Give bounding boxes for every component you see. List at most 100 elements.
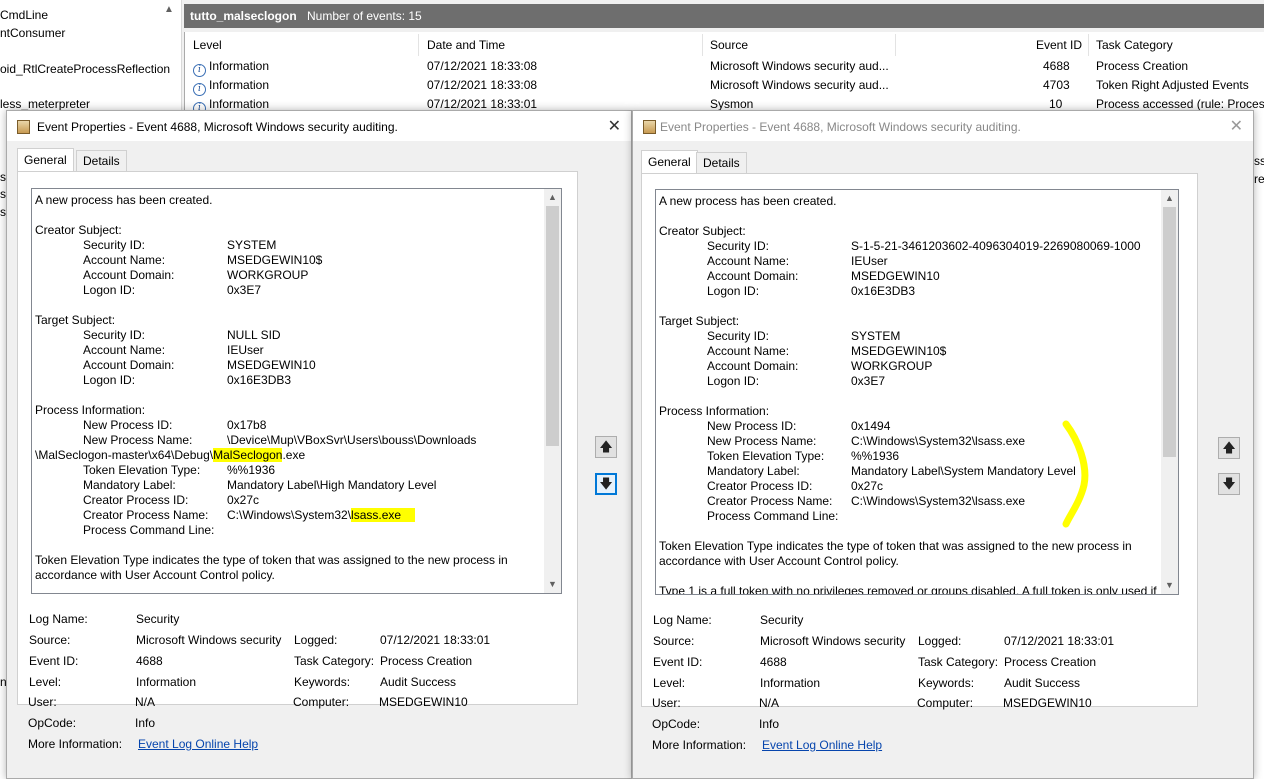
field-label: Security ID:	[707, 329, 769, 343]
field-value: WORKGROUP	[227, 268, 308, 282]
event-log-help-link[interactable]: Event Log Online Help	[762, 738, 882, 752]
target-subject-header: Target Subject:	[35, 313, 115, 327]
row-id: 4688	[1043, 59, 1070, 73]
field-label: Creator Process Name:	[83, 508, 208, 522]
scroll-thumb[interactable]	[546, 206, 559, 446]
field-label: Account Domain:	[707, 359, 798, 373]
next-event-button[interactable]: 🡇	[595, 473, 617, 495]
close-icon[interactable]: ✕	[608, 116, 621, 135]
event-log-help-link[interactable]: Event Log Online Help	[138, 737, 258, 751]
dialog-titlebar[interactable]: Event Properties - Event 4688, Microsoft…	[7, 111, 631, 141]
meta-label: More Information:	[28, 737, 122, 751]
dialog-titlebar[interactable]: Event Properties - Event 4688, Microsoft…	[633, 111, 1253, 141]
meta-label: Computer:	[293, 695, 349, 709]
tab-general[interactable]: General	[17, 148, 74, 172]
field-value: \Device\Mup\VBoxSvr\Users\bouss\Download…	[227, 433, 476, 447]
process-info-header: Process Information:	[35, 403, 145, 417]
scroll-down-icon[interactable]: ▼	[1161, 577, 1178, 594]
meta-value: Microsoft Windows security	[760, 634, 905, 648]
tree-item[interactable]: less_meterpreter	[0, 97, 90, 111]
arrow-down-icon: 🡇	[1222, 476, 1235, 491]
meta-value: 4688	[136, 654, 163, 668]
tab-details[interactable]: Details	[696, 152, 747, 174]
field-label: Logon ID:	[707, 374, 759, 388]
close-icon[interactable]: ✕	[1230, 116, 1243, 135]
event-viewer-icon	[643, 120, 656, 134]
column-event-id[interactable]: Event ID	[897, 34, 1089, 56]
field-label: Account Domain:	[707, 269, 798, 283]
description-footer: accordance with User Account Control pol…	[659, 554, 899, 568]
tab-general[interactable]: General	[641, 150, 698, 174]
event-description[interactable]: A new process has been created. Creator …	[655, 189, 1179, 595]
field-value: IEUser	[851, 254, 888, 268]
field-value: 0x3E7	[227, 283, 261, 297]
field-value: IEUser	[227, 343, 264, 357]
field-value: SYSTEM	[851, 329, 900, 343]
row-date: 07/12/2021 18:33:08	[427, 78, 537, 92]
creator-subject-header: Creator Subject:	[659, 224, 746, 238]
description-scrollbar[interactable]: ▲ ▼	[1161, 190, 1178, 594]
row-date: 07/12/2021 18:33:01	[427, 97, 537, 111]
field-label: Account Name:	[83, 253, 165, 267]
row-date: 07/12/2021 18:33:08	[427, 59, 537, 73]
meta-value: Audit Success	[1004, 676, 1080, 690]
meta-value: 4688	[760, 655, 787, 669]
field-label: Mandatory Label:	[83, 478, 176, 492]
row-source: Sysmon	[710, 97, 753, 111]
background-panel-edge: ssA re	[1254, 110, 1264, 779]
tree-item[interactable]: CmdLine	[0, 8, 48, 22]
field-value: 0x1494	[851, 419, 890, 433]
scroll-up-icon[interactable]: ▲	[164, 4, 174, 15]
table-row[interactable]: iInformation 07/12/2021 18:33:08 Microso…	[185, 57, 1264, 76]
meta-value: Process Creation	[1004, 655, 1096, 669]
arrow-up-icon: 🡅	[1222, 440, 1235, 455]
event-description[interactable]: A new process has been created. Creator …	[31, 188, 562, 594]
field-value: Mandatory Label\System Mandatory Level	[851, 464, 1076, 478]
field-label: Account Name:	[707, 344, 789, 358]
highlight-malseclogon: MalSeclogon	[213, 448, 282, 462]
field-value: S-1-5-21-3461203602-4096304019-226908006…	[851, 239, 1141, 253]
tree-item[interactable]: ntConsumer	[0, 26, 65, 40]
field-value: MSEDGEWIN10	[227, 358, 316, 372]
tab-details[interactable]: Details	[76, 150, 127, 172]
column-task[interactable]: Task Category	[1096, 34, 1264, 56]
tree-scrollbar[interactable]: ▲	[162, 4, 176, 108]
field-label: Logon ID:	[83, 373, 135, 387]
field-label: Account Name:	[707, 254, 789, 268]
next-event-button[interactable]: 🡇	[1218, 473, 1240, 495]
field-label: Account Domain:	[83, 268, 174, 282]
field-value: 0x16E3DB3	[851, 284, 915, 298]
meta-value: Security	[760, 613, 803, 627]
column-level[interactable]: Level	[193, 34, 419, 56]
dialog-title: Event Properties - Event 4688, Microsoft…	[37, 120, 398, 134]
row-level: Information	[209, 97, 269, 111]
scroll-down-icon[interactable]: ▼	[544, 576, 561, 593]
tree-item[interactable]: oid_RtlCreateProcessReflection	[0, 62, 170, 76]
meta-label: Keywords:	[918, 676, 974, 690]
table-row[interactable]: iInformation 07/12/2021 18:33:08 Microso…	[185, 76, 1264, 95]
column-date[interactable]: Date and Time	[427, 34, 703, 56]
field-label: Token Elevation Type:	[83, 463, 200, 477]
log-name: tutto_malseclogon	[190, 9, 297, 23]
arrow-down-icon: 🡇	[599, 476, 612, 491]
general-panel: A new process has been created. Creator …	[17, 171, 578, 705]
description-scrollbar[interactable]: ▲ ▼	[544, 189, 561, 593]
field-value: MSEDGEWIN10	[851, 269, 940, 283]
previous-event-button[interactable]: 🡅	[595, 436, 617, 458]
row-source: Microsoft Windows security aud...	[710, 78, 889, 92]
dialog-title: Event Properties - Event 4688, Microsoft…	[660, 120, 1021, 134]
scroll-up-icon[interactable]: ▲	[544, 189, 561, 206]
background-fragment: re	[1254, 172, 1264, 186]
field-label: Creator Process ID:	[83, 493, 188, 507]
column-source[interactable]: Source	[710, 34, 896, 56]
row-id: 4703	[1043, 78, 1070, 92]
meta-label: More Information:	[652, 738, 746, 752]
previous-event-button[interactable]: 🡅	[1218, 437, 1240, 459]
scroll-up-icon[interactable]: ▲	[1161, 190, 1178, 207]
field-label: New Process Name:	[83, 433, 192, 447]
field-label: Process Command Line:	[707, 509, 838, 523]
description-intro: A new process has been created.	[35, 193, 212, 207]
meta-value: Information	[136, 675, 196, 689]
scroll-thumb[interactable]	[1163, 207, 1176, 457]
meta-label: Keywords:	[294, 675, 350, 689]
